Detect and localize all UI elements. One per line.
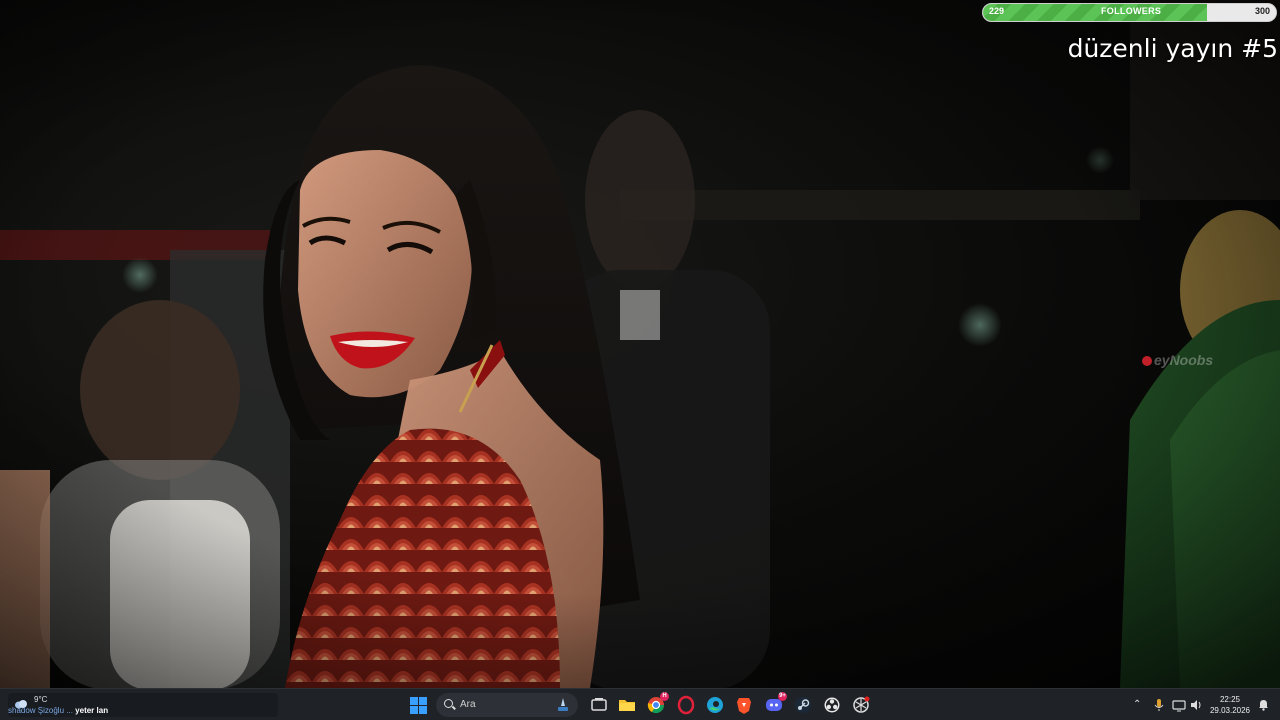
goal-title: FOLLOWERS [1101,6,1162,16]
channel-watermark: eyNoobs [1142,352,1213,368]
chrome-badge: H [660,692,669,701]
weather-widget[interactable]: 9°C shadow Şizoğlu ... yeter lan [8,693,278,717]
stream-title: düzenli yayın #5 [1067,34,1278,63]
search-icon [444,699,453,708]
file-explorer-icon[interactable] [617,695,637,715]
tray-overflow-chevron-icon[interactable]: ⌃ [1133,699,1141,710]
windows-start-icon[interactable] [410,697,427,714]
discord-badge: 9+ [778,692,787,701]
chatgpt-icon[interactable] [851,695,871,715]
network-icon[interactable] [1172,698,1186,712]
volume-icon[interactable] [1189,698,1203,712]
watermark-text: eyNoobs [1154,352,1214,368]
taskbar: 9°C shadow Şizoğlu ... yeter lan Ara H 9… [0,688,1280,720]
chrome-icon[interactable]: H [646,692,669,715]
weather-temperature: 9°C [34,695,48,704]
opera-gx-icon[interactable] [676,695,696,715]
video-frame [0,0,1280,688]
clock-time: 22:25 [1219,695,1241,704]
obs-icon[interactable] [822,695,842,715]
follower-goal-bar: 229 FOLLOWERS 300 [982,3,1277,22]
chat-ticker-message: yeter lan [75,706,109,715]
edge-icon[interactable] [705,695,725,715]
goal-target-count: 300 [1254,6,1270,16]
taskbar-clock[interactable]: 22:25 29.03.2026 [1208,694,1252,716]
clock-date: 29.03.2026 [1209,706,1251,715]
follower-goal-progress [983,4,1207,21]
notification-bell-icon[interactable] [1257,698,1270,711]
microphone-icon[interactable] [1152,698,1166,712]
steam-icon[interactable] [793,695,813,715]
task-view-icon[interactable] [589,695,609,715]
discord-icon[interactable]: 9+ [764,692,787,715]
taskbar-search-box[interactable]: Ara [436,693,578,717]
brave-icon[interactable] [734,695,754,715]
search-highlight-icon [558,698,568,711]
search-placeholder: Ara [460,699,476,710]
chat-ticker-prefix: shadow Şizoğlu ... [8,706,73,715]
chat-ticker: shadow Şizoğlu ... yeter lan [8,706,108,715]
goal-current-count: 229 [989,6,1005,16]
watermark-logo-icon [1142,356,1152,366]
